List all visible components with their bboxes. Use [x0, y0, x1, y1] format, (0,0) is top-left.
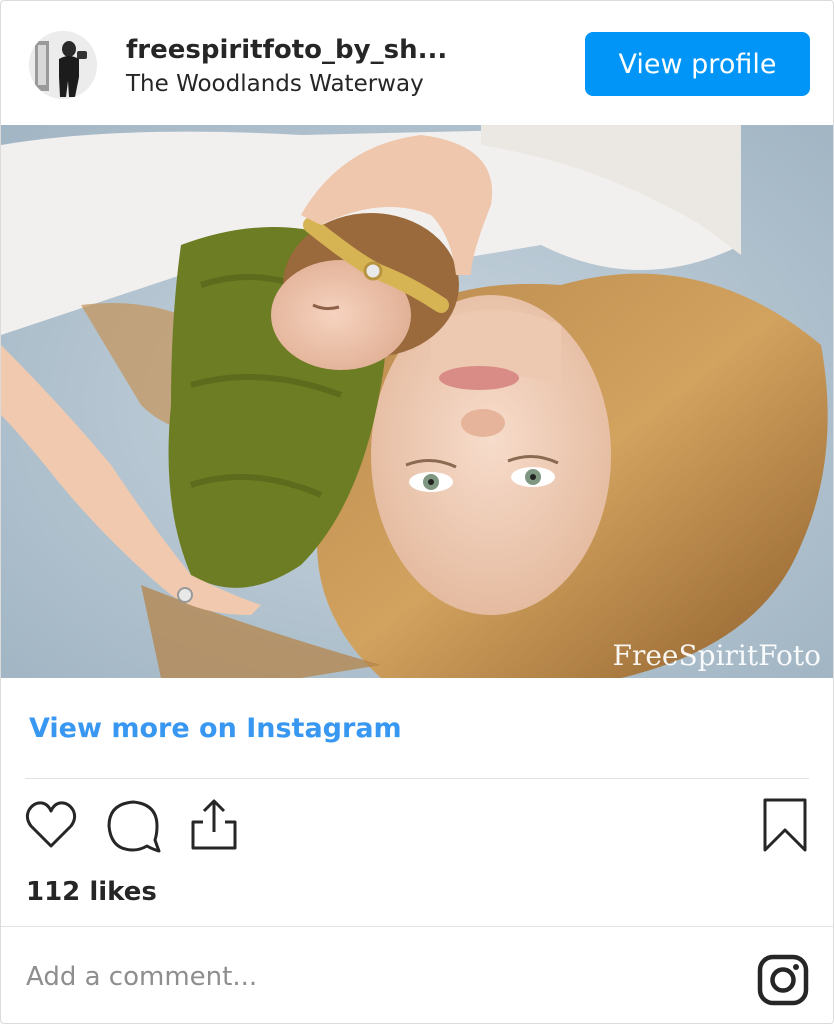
divider [25, 778, 809, 779]
post-photo[interactable]: FreeSpiritFoto [1, 125, 833, 678]
instagram-logo-icon[interactable] [757, 954, 809, 1006]
location[interactable]: The Woodlands Waterway [126, 71, 424, 97]
view-profile-button[interactable]: View profile [585, 32, 810, 96]
share-icon[interactable] [187, 796, 243, 854]
view-more-link[interactable]: View more on Instagram [29, 713, 402, 744]
username[interactable]: freespiritfoto_by_sh... [126, 35, 447, 65]
bookmark-icon[interactable] [757, 796, 813, 854]
comment-bar: Add a comment... [1, 926, 833, 1023]
avatar[interactable] [29, 31, 97, 99]
avatar-image [29, 31, 97, 99]
comment-input[interactable]: Add a comment... [26, 962, 257, 992]
likes-count[interactable]: 112 likes [26, 877, 157, 907]
photo-illustration [1, 125, 833, 678]
post-header: freespiritfoto_by_sh... The Woodlands Wa… [1, 1, 833, 125]
comment-icon[interactable] [105, 796, 161, 854]
instagram-embed-card: freespiritfoto_by_sh... The Woodlands Wa… [0, 0, 834, 1024]
photo-watermark: FreeSpiritFoto [612, 639, 821, 672]
heart-icon[interactable] [23, 796, 79, 854]
